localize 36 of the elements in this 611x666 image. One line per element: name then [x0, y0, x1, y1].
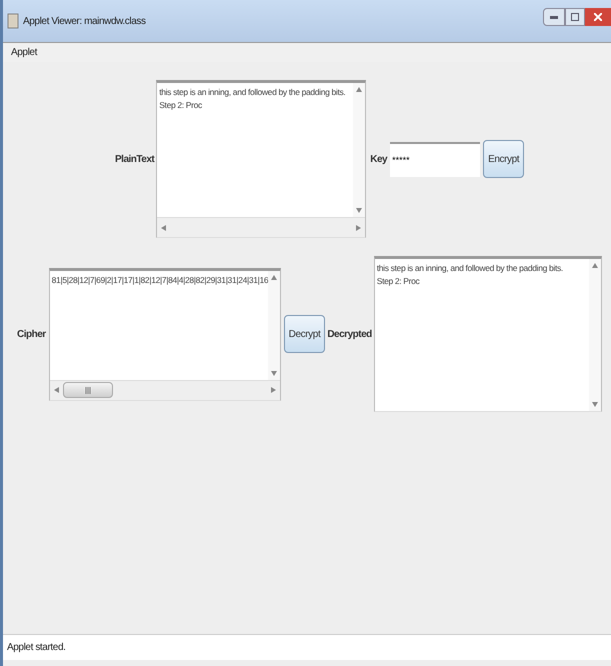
decrypt-button[interactable]: Decrypt [284, 315, 326, 353]
text-line: Step 2: Proc [376, 275, 420, 288]
text-line: this step is an inning, and followed by the padding bits. [376, 262, 564, 275]
minimize-button[interactable] [543, 8, 565, 26]
scroll-left-icon[interactable] [54, 387, 59, 393]
scroll-up-icon[interactable] [356, 87, 362, 92]
scroll-thumb[interactable] [62, 382, 113, 398]
window-title: Applet Viewer: mainwdw.class [23, 14, 146, 28]
scroll-right-icon[interactable] [356, 224, 362, 230]
text-line: this step is an inning, and followed by the padding bits. [159, 86, 346, 99]
text-line: Step 2: Proc [159, 99, 203, 112]
scroll-down-icon[interactable] [356, 208, 362, 213]
scroll-left-icon[interactable] [161, 224, 166, 230]
field-label: Cipher [17, 328, 46, 342]
scroll-up-icon[interactable] [592, 263, 598, 268]
encrypt-button[interactable]: Encrypt [483, 140, 524, 178]
status-text: Applet started. [7, 641, 66, 655]
close-button[interactable] [585, 8, 611, 26]
close-icon [594, 13, 602, 21]
text-line: 81|5|28|12|7|69|2|17|17|1|82|12|7|84|4|28|82|29|31|31|24|31|16 [52, 274, 268, 286]
field-label: PlainText [115, 152, 154, 166]
text-area[interactable]: 81|5|28|12|7|69|2|17|17|1|82|12|7|84|4|28|82|29|31|31|24|31|16 [48, 268, 281, 400]
field-label: Decrypted [327, 328, 372, 342]
minimize-icon [550, 16, 558, 18]
scroll-up-icon[interactable] [270, 274, 277, 280]
scroll-down-icon[interactable] [592, 402, 598, 407]
scroll-down-icon[interactable] [270, 370, 277, 376]
maximize-button[interactable] [565, 8, 585, 26]
field-label: Key [370, 152, 388, 166]
text-area[interactable]: this step is an inning, and followed by the padding bits. Step 2: Proc [156, 80, 366, 238]
maximize-icon [571, 13, 579, 21]
text-area[interactable]: this step is an inning, and followed by the padding bits. Step 2: Proc [374, 256, 602, 412]
scroll-right-icon[interactable] [270, 387, 276, 393]
menu-item[interactable]: Applet [7, 45, 41, 60]
grip-icon [84, 386, 91, 394]
key-field[interactable]: ***** [390, 142, 480, 176]
